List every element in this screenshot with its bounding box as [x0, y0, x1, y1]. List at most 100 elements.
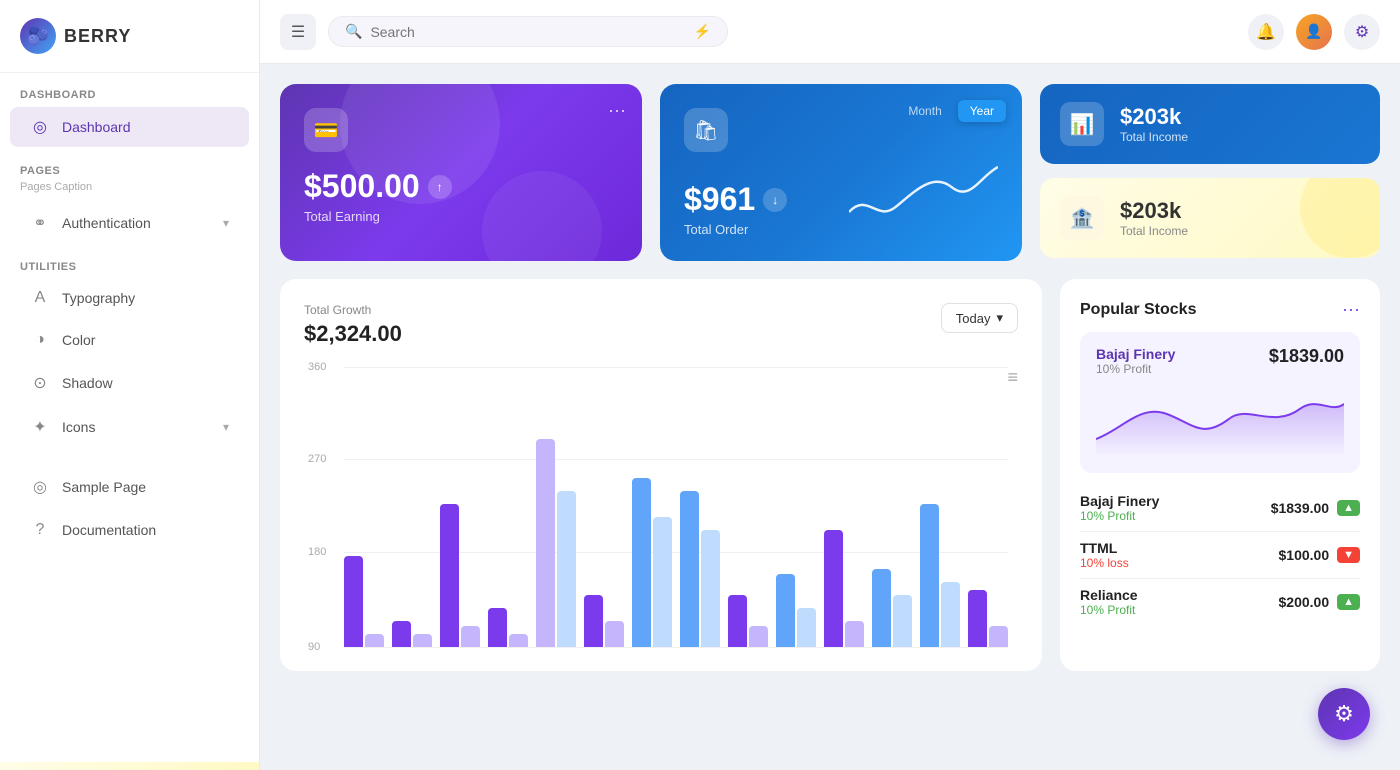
- dropdown-icon: ▾: [996, 310, 1003, 326]
- chart-header: Total Growth $2,324.00 Today ▾: [304, 303, 1018, 347]
- stock-list: Bajaj Finery 10% Profit $1839.00 ▲ TTML …: [1080, 485, 1360, 625]
- sidebar-item-sample-page[interactable]: ◎ Sample Page: [10, 467, 249, 507]
- icons-icon: ✦: [30, 417, 50, 437]
- order-trend-icon: ↓: [763, 188, 787, 212]
- gear-icon: ⚙: [1355, 22, 1369, 42]
- bar-primary: [584, 595, 603, 647]
- fab-icon: ⚙: [1334, 701, 1354, 727]
- menu-button[interactable]: ☰: [280, 14, 316, 50]
- y-label-270: 270: [308, 453, 326, 465]
- sidebar-item-documentation[interactable]: ? Documentation: [10, 511, 249, 549]
- order-card-icon: 🛍: [684, 108, 728, 152]
- stock-badge: ▲: [1337, 500, 1360, 516]
- bar-secondary: [797, 608, 816, 647]
- bar-group: [680, 367, 720, 647]
- month-tab[interactable]: Month: [896, 100, 953, 122]
- today-label: Today: [956, 311, 991, 326]
- bar-secondary: [413, 634, 432, 647]
- filter-icon[interactable]: ⚡: [694, 23, 711, 40]
- stocks-more-icon[interactable]: ···: [1342, 299, 1360, 320]
- y-label-90: 90: [308, 641, 320, 653]
- app-name: BERRY: [64, 26, 131, 47]
- bar-group: [488, 367, 528, 647]
- bar-group: [872, 367, 912, 647]
- today-button[interactable]: Today ▾: [941, 303, 1018, 333]
- bar-group: [344, 367, 384, 647]
- bar-secondary: [749, 626, 768, 647]
- stock-change: 10% Profit: [1080, 509, 1159, 523]
- stock-price-area: $1839.00 ▲: [1271, 500, 1360, 516]
- avatar[interactable]: 👤: [1296, 14, 1332, 50]
- sidebar-item-shadow[interactable]: ⊙ Shadow: [10, 363, 249, 403]
- sidebar-item-typography[interactable]: A Typography: [10, 279, 249, 317]
- bar-group: [824, 367, 864, 647]
- sidebar-item-label: Authentication: [62, 215, 151, 231]
- chevron-down-icon: ▾: [223, 420, 229, 434]
- order-card-label: Total Order: [684, 222, 833, 237]
- search-input[interactable]: [370, 24, 685, 40]
- order-chart: [849, 152, 998, 237]
- sidebar-item-label: Typography: [62, 290, 135, 306]
- stock-info: Reliance 10% Profit: [1080, 587, 1138, 617]
- order-card: 🛍 Month Year $961 ↓ Total Order: [660, 84, 1022, 261]
- stock-list-item[interactable]: TTML 10% loss $100.00 ▼: [1080, 532, 1360, 579]
- chart-bars: [344, 367, 1008, 647]
- stock-list-item[interactable]: Reliance 10% Profit $200.00 ▲: [1080, 579, 1360, 625]
- bajaj-chart-top: Bajaj Finery 10% Profit $1839.00: [1096, 346, 1344, 376]
- stock-list-item[interactable]: Bajaj Finery 10% Profit $1839.00 ▲: [1080, 485, 1360, 532]
- bar-secondary: [653, 517, 672, 647]
- order-card-amount: $961 ↓: [684, 181, 833, 218]
- earning-card-menu[interactable]: ···: [608, 100, 626, 121]
- sidebar-item-authentication[interactable]: ⚭ Authentication ▾: [10, 203, 249, 243]
- shadow-icon: ⊙: [30, 373, 50, 393]
- sidebar-item-label: Icons: [62, 419, 95, 435]
- sidebar-item-color[interactable]: ◑ Color: [10, 321, 249, 359]
- bottom-section: Total Growth $2,324.00 Today ▾ ≡ 360: [280, 279, 1380, 671]
- stock-price: $200.00: [1279, 594, 1330, 610]
- fab-button[interactable]: ⚙: [1318, 688, 1370, 740]
- bar-group: [536, 367, 576, 647]
- color-icon: ◑: [30, 331, 50, 349]
- sidebar: 🫐 BERRY Dashboard ◎ Dashboard Pages Page…: [0, 0, 260, 770]
- chart-menu-icon[interactable]: ≡: [1007, 367, 1018, 388]
- typography-icon: A: [30, 289, 50, 307]
- bar-group: [728, 367, 768, 647]
- bar-primary: [440, 504, 459, 647]
- auth-icon: ⚭: [30, 213, 50, 233]
- bar-primary: [728, 595, 747, 647]
- logo-icon: 🫐: [20, 18, 56, 54]
- bar-secondary: [893, 595, 912, 647]
- chevron-down-icon: ▾: [223, 216, 229, 230]
- earning-card-amount: $500.00 ↑: [304, 168, 618, 205]
- settings-button[interactable]: ⚙: [1344, 14, 1380, 50]
- sidebar-item-label: Sample Page: [62, 479, 146, 495]
- stocks-card: Popular Stocks ··· Bajaj Finery 10% Prof…: [1060, 279, 1380, 671]
- sidebar-item-dashboard[interactable]: ◎ Dashboard: [10, 107, 249, 147]
- stock-change: 10% Profit: [1080, 603, 1138, 617]
- top-cards-row: 💳 ··· $500.00 ↑ Total Earning 🛍 Month Ye…: [280, 84, 1380, 261]
- bajaj-mini-chart: [1096, 384, 1344, 454]
- stock-price-area: $200.00 ▲: [1279, 594, 1361, 610]
- bajaj-profit-label: 10% Profit: [1096, 362, 1175, 376]
- sidebar-logo: 🫐 BERRY: [0, 0, 259, 73]
- bar-primary: [536, 439, 555, 647]
- bar-secondary: [989, 626, 1008, 647]
- bajaj-featured-card: Bajaj Finery 10% Profit $1839.00: [1080, 332, 1360, 473]
- bell-button[interactable]: 🔔: [1248, 14, 1284, 50]
- stock-info: TTML 10% loss: [1080, 540, 1129, 570]
- sidebar-item-icons[interactable]: ✦ Icons ▾: [10, 407, 249, 447]
- stock-badge: ▲: [1337, 594, 1360, 610]
- content-area: 💳 ··· $500.00 ↑ Total Earning 🛍 Month Ye…: [260, 64, 1400, 770]
- y-label-360: 360: [308, 361, 326, 373]
- logo-emoji: 🫐: [27, 26, 49, 47]
- stock-info: Bajaj Finery 10% Profit: [1080, 493, 1159, 523]
- bell-icon: 🔔: [1256, 22, 1276, 42]
- utilities-section-label: Utilities: [0, 245, 259, 277]
- stock-price-area: $100.00 ▼: [1279, 547, 1361, 563]
- stock-name: Reliance: [1080, 587, 1138, 603]
- topbar-actions: 🔔 👤 ⚙: [1248, 14, 1380, 50]
- year-tab[interactable]: Year: [958, 100, 1006, 122]
- bar-secondary: [509, 634, 528, 647]
- bar-secondary: [365, 634, 384, 647]
- bar-secondary: [461, 626, 480, 647]
